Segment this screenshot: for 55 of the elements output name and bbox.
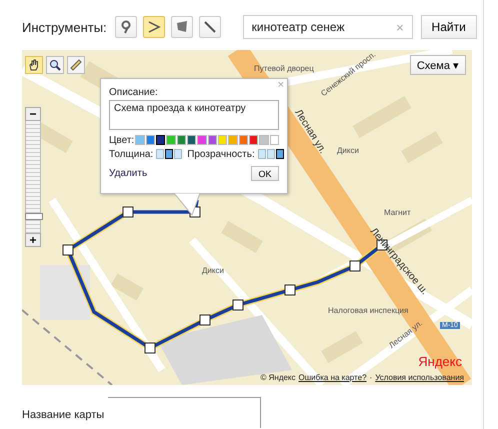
zoom-in-button[interactable]: +	[25, 233, 41, 247]
hand-icon	[28, 59, 40, 71]
color-swatch[interactable]	[218, 135, 228, 145]
ruler-icon	[70, 59, 82, 71]
hand-tool-button[interactable]	[25, 56, 43, 74]
color-swatch[interactable]	[146, 135, 155, 145]
report-error-link[interactable]: Ошибка на карте?	[298, 373, 367, 382]
color-swatch[interactable]	[238, 135, 248, 145]
placemark-tool-button[interactable]	[114, 16, 137, 38]
color-label: Цвет:	[109, 134, 134, 146]
color-swatch[interactable]	[259, 135, 269, 145]
color-swatch[interactable]	[135, 135, 145, 145]
color-swatch[interactable]	[248, 135, 258, 145]
description-field[interactable]: Схема проезда к кинотеатру	[109, 100, 279, 130]
ok-button[interactable]: OK	[251, 166, 279, 181]
map-label: Дикси	[337, 146, 359, 155]
thickness-option[interactable]	[165, 149, 174, 159]
copyright-text: © Яндекс	[260, 373, 296, 382]
ruler-tool-button[interactable]	[67, 56, 85, 74]
map-label: Магнит	[384, 208, 411, 217]
find-button[interactable]: Найти	[420, 15, 477, 39]
polygon-icon	[174, 20, 189, 34]
description-label: Описание:	[109, 87, 159, 98]
map-label: Дикси	[202, 266, 224, 275]
color-swatch[interactable]	[208, 135, 217, 145]
tools-label: Инструменты:	[22, 20, 107, 34]
map-name-field[interactable]	[108, 397, 262, 428]
separator-text: ·	[370, 373, 372, 382]
color-swatch[interactable]	[166, 135, 176, 145]
delete-link[interactable]: Удалить	[109, 168, 148, 179]
opacity-option[interactable]	[276, 149, 284, 159]
map-name-label: Название карты	[22, 409, 104, 421]
color-swatch[interactable]	[176, 135, 186, 145]
map-type-dropdown[interactable]: Схема ▾	[410, 55, 466, 75]
color-swatch[interactable]	[228, 135, 238, 145]
yandex-logo: Яндекс	[418, 354, 462, 369]
terms-link[interactable]: Условия использования	[375, 373, 464, 382]
placemark-icon	[118, 20, 133, 34]
thickness-label: Толщина:	[109, 148, 154, 160]
line-tool-button[interactable]	[198, 16, 221, 38]
color-swatch[interactable]	[186, 135, 196, 145]
color-swatch[interactable]	[156, 135, 166, 145]
zoom-icon	[49, 59, 61, 71]
zoom-slider[interactable]	[25, 121, 41, 233]
zoom-out-button[interactable]: −	[25, 107, 41, 121]
color-swatch[interactable]	[197, 135, 207, 145]
line-icon	[202, 20, 217, 34]
zoom-tool-button[interactable]	[46, 56, 64, 74]
opacity-label: Прозрачность:	[187, 148, 255, 160]
polyline-tool-button[interactable]	[142, 16, 165, 38]
polyline-icon	[146, 20, 161, 34]
zoom-slider-thumb[interactable]	[25, 213, 43, 220]
polygon-tool-button[interactable]	[170, 16, 193, 38]
search-field[interactable]: кинотеатр сенеж ×	[242, 15, 413, 39]
color-swatch[interactable]	[270, 135, 279, 145]
